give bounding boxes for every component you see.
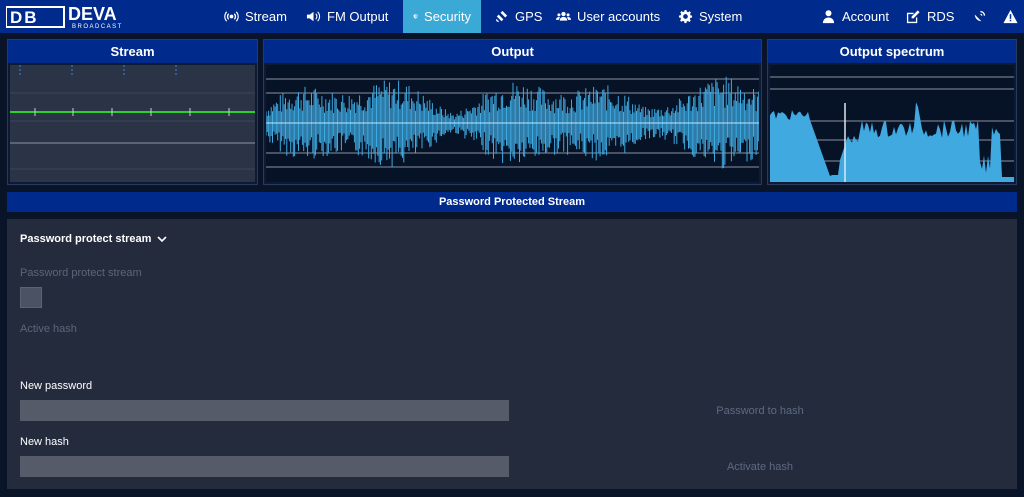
nav-security[interactable]: Security: [403, 0, 481, 33]
section-banner: Password Protected Stream: [7, 192, 1017, 212]
shield-icon: [413, 14, 418, 19]
protect-stream-label: Password protect stream: [20, 267, 142, 279]
output-panel: Output: [263, 39, 762, 185]
output-waveform: [265, 65, 760, 182]
broadcast-icon: [224, 11, 239, 22]
nav-system-label: System: [699, 9, 743, 24]
active-hash-label: Active hash: [20, 323, 77, 335]
spectrum-panel: Output spectrum: [767, 39, 1017, 185]
nav-stream-label: Stream: [245, 9, 287, 24]
gear-icon: [678, 9, 693, 24]
nav-user-accounts-label: User accounts: [577, 9, 661, 24]
protect-stream-checkbox[interactable]: [20, 287, 42, 308]
nav-user-accounts[interactable]: User accounts: [546, 0, 670, 33]
svg-text:BROADCAST: BROADCAST: [72, 24, 123, 29]
nav-alerts[interactable]: [993, 0, 1024, 33]
satellite-icon: [495, 10, 508, 23]
nav-account-label: Account: [842, 9, 889, 24]
nav-rds[interactable]: RDS: [896, 0, 964, 33]
nav-connection[interactable]: [962, 0, 997, 33]
stream-level-graph: [10, 65, 255, 182]
svg-text:DB: DB: [10, 8, 39, 27]
spectrum-panel-title: Output spectrum: [768, 40, 1016, 63]
password-protect-form: Password protect stream Password protect…: [7, 219, 1017, 489]
nav-security-label: Security: [424, 9, 471, 24]
spectrum-area: [770, 102, 1014, 182]
activate-hash-button[interactable]: Activate hash: [680, 461, 840, 473]
edit-icon: [906, 10, 920, 24]
nav-fm-output[interactable]: FM Output: [296, 0, 398, 33]
users-icon: [556, 11, 571, 21]
warning-icon: [1003, 9, 1018, 24]
new-hash-field[interactable]: [20, 456, 509, 477]
nav-gps[interactable]: GPS: [484, 0, 552, 33]
chevron-down-icon: [157, 235, 168, 242]
deva-logo[interactable]: DB DEVA BROADCAST: [5, 4, 146, 30]
password-to-hash-button[interactable]: Password to hash: [680, 405, 840, 417]
speaker-icon: [306, 11, 321, 22]
top-navigation-bar: DB DEVA BROADCAST Stream FM Output Secur…: [0, 0, 1024, 33]
stream-panel-title: Stream: [8, 40, 257, 63]
new-hash-label: New hash: [20, 436, 69, 448]
nav-rds-label: RDS: [927, 9, 955, 24]
new-password-label: New password: [20, 380, 93, 392]
output-spectrum-graph: [770, 65, 1014, 182]
satellite-dish-icon: [974, 10, 986, 22]
section-title-label: Password protect stream: [20, 233, 152, 245]
nav-gps-label: GPS: [515, 9, 543, 24]
nav-account[interactable]: Account: [811, 0, 899, 33]
stream-panel: Stream: [7, 39, 258, 185]
output-panel-title: Output: [264, 40, 761, 63]
svg-text:DEVA: DEVA: [68, 5, 117, 24]
nav-stream[interactable]: Stream: [214, 0, 297, 33]
nav-fm-output-label: FM Output: [327, 9, 389, 24]
user-icon: [822, 10, 835, 24]
section-toggle[interactable]: Password protect stream: [20, 233, 168, 245]
new-password-field[interactable]: [20, 400, 509, 421]
nav-system[interactable]: System: [668, 0, 752, 33]
